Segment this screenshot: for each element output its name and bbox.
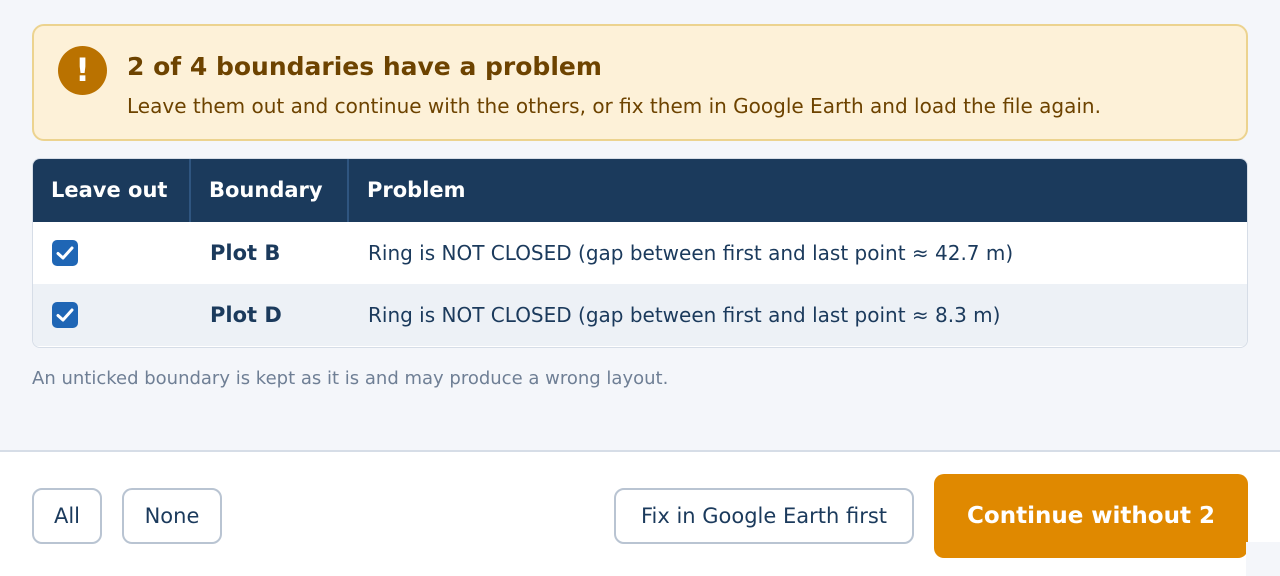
problem-table: Leave out Boundary Problem Plot B Ring i… [32,158,1248,348]
checkmark-icon [56,308,74,322]
corner-patch [1246,542,1280,576]
table-row: Plot D Ring is NOT CLOSED (gap between f… [33,284,1247,346]
warning-title: 2 of 4 boundaries have a problem [127,52,602,81]
helper-note: An unticked boundary is kept as it is an… [32,368,669,389]
leave-out-checkbox[interactable] [52,302,78,328]
review-panel: ! 2 of 4 boundaries have a problem Leave… [0,0,1280,451]
boundary-name: Plot B [210,241,281,265]
table-row: Plot B Ring is NOT CLOSED (gap between f… [33,222,1247,284]
warning-text: Leave them out and continue with the oth… [127,94,1101,118]
continue-without-button[interactable]: Continue without 2 [934,474,1248,558]
leave-out-checkbox[interactable] [52,240,78,266]
header-leave-out: Leave out [33,159,191,222]
header-problem: Problem [367,178,466,202]
header-boundary: Boundary [191,159,349,222]
select-none-button[interactable]: None [122,488,222,544]
select-all-button[interactable]: All [32,488,102,544]
boundary-name: Plot D [210,303,282,327]
exclamation-icon: ! [58,46,107,95]
checkmark-icon [56,246,74,260]
problem-description: Ring is NOT CLOSED (gap between first an… [368,241,1014,265]
fix-in-google-earth-button[interactable]: Fix in Google Earth first [614,488,914,544]
action-footer: All None Fix in Google Earth first Conti… [0,450,1280,576]
warning-banner: ! 2 of 4 boundaries have a problem Leave… [32,24,1248,141]
table-header: Leave out Boundary Problem [33,159,1247,222]
problem-description: Ring is NOT CLOSED (gap between first an… [368,303,1001,327]
